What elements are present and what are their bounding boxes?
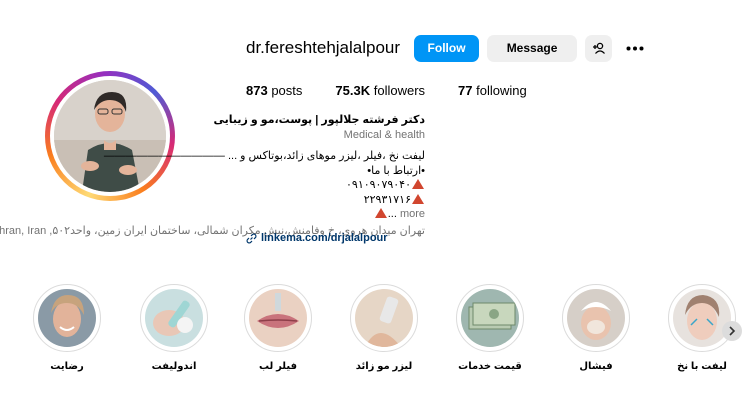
highlight-cover-ring — [140, 284, 208, 352]
highlight-cover — [145, 289, 203, 347]
external-link[interactable]: linkema.com/drjalalpour — [261, 232, 388, 244]
followers-label: followers — [373, 83, 426, 98]
profile-stats: 873 posts 75.3K followers 77 following — [246, 83, 560, 98]
message-button[interactable]: Message — [487, 34, 578, 62]
suggest-users-button[interactable] — [585, 34, 613, 62]
bio-more-row: ... more — [25, 207, 425, 222]
highlight-cover-ring — [244, 284, 312, 352]
bio-line-contact: •ارتباط با ما• — [367, 164, 425, 177]
highlight-cover — [461, 289, 519, 347]
highlight-cover — [38, 289, 96, 347]
more-prefix: ... — [387, 208, 397, 220]
followers-stat[interactable]: 75.3K followers — [335, 83, 425, 98]
chevron-right-icon — [729, 326, 736, 336]
story-highlights: رضایت اندولیفت فیلر لب لیزر مو زائد قیمت… — [0, 284, 753, 384]
posts-count: 873 — [246, 83, 268, 98]
category-label: Medical & health — [343, 128, 425, 141]
highlight-label: فیلر لب — [258, 361, 298, 372]
highlight-label: رضایت — [50, 361, 84, 372]
highlight-label: قیمت خدمات — [458, 361, 522, 372]
highlight-label: لیزر مو زائد — [355, 361, 413, 372]
link-icon — [246, 233, 257, 243]
add-user-icon — [592, 42, 605, 54]
highlight-cover-ring — [668, 284, 736, 352]
external-link-row[interactable]: linkema.com/drjalalpour — [246, 232, 388, 244]
phone-1: ۰۹۱۰۹۰۷۹۰۴۰ — [346, 179, 411, 191]
highlight-cover — [355, 289, 413, 347]
posts-stat: 873 posts — [246, 83, 302, 98]
following-stat[interactable]: 77 following — [458, 83, 527, 98]
highlight-cover-ring — [562, 284, 630, 352]
more-options-icon — [626, 46, 644, 50]
more-button[interactable]: more — [400, 208, 425, 220]
highlight-item[interactable]: قیمت خدمات — [455, 284, 525, 372]
warning-triangle-icon — [412, 193, 424, 204]
highlight-item[interactable]: فیشال — [561, 284, 631, 372]
bio-line-services: لیفت نخ ،فیلر ،لیزر موهای زائد،بوتاکس و … — [103, 150, 425, 162]
highlight-label: لیفت با نخ — [677, 361, 727, 372]
highlight-cover — [673, 289, 731, 347]
highlight-label: اندولیفت — [151, 361, 197, 372]
highlight-item[interactable]: اندولیفت — [139, 284, 209, 372]
highlight-item[interactable]: لیزر مو زائد — [349, 284, 419, 372]
highlights-next-button[interactable] — [722, 321, 742, 341]
bio-line-phone-2: ۲۲۹۳۱۷۱۶ — [25, 193, 425, 208]
posts-label: posts — [271, 83, 303, 98]
highlight-label: فیشال — [579, 361, 613, 372]
display-name: دکتر فرشته جلالپور | پوست،مو و زیبایی — [213, 114, 426, 126]
profile-bio: دکتر فرشته جلالپور | پوست،مو و زیبایی Me… — [0, 113, 426, 238]
warning-triangle-icon — [412, 179, 424, 189]
highlight-item[interactable]: فیلر لب — [243, 284, 313, 372]
more-options-button[interactable] — [624, 38, 646, 58]
highlight-cover — [567, 289, 625, 347]
phone-2: ۲۲۹۳۱۷۱۶ — [363, 193, 411, 206]
highlight-cover-ring — [456, 284, 524, 352]
following-label: following — [476, 83, 527, 98]
highlight-cover-ring — [33, 284, 101, 352]
highlight-cover-ring — [350, 284, 418, 352]
follow-button[interactable]: Follow — [414, 34, 480, 62]
highlight-item[interactable]: رضایت — [32, 284, 102, 372]
warning-triangle-icon — [374, 208, 387, 218]
bio-line-phone-1: ۰۹۱۰۹۰۷۹۰۴۰ — [25, 178, 425, 193]
profile-header: dr.fereshtehjalalpour Follow Message — [246, 34, 646, 62]
highlight-cover — [249, 289, 307, 347]
followers-count: 75.3K — [335, 83, 371, 98]
following-count: 77 — [458, 83, 473, 98]
username: dr.fereshtehjalalpour — [246, 38, 401, 57]
